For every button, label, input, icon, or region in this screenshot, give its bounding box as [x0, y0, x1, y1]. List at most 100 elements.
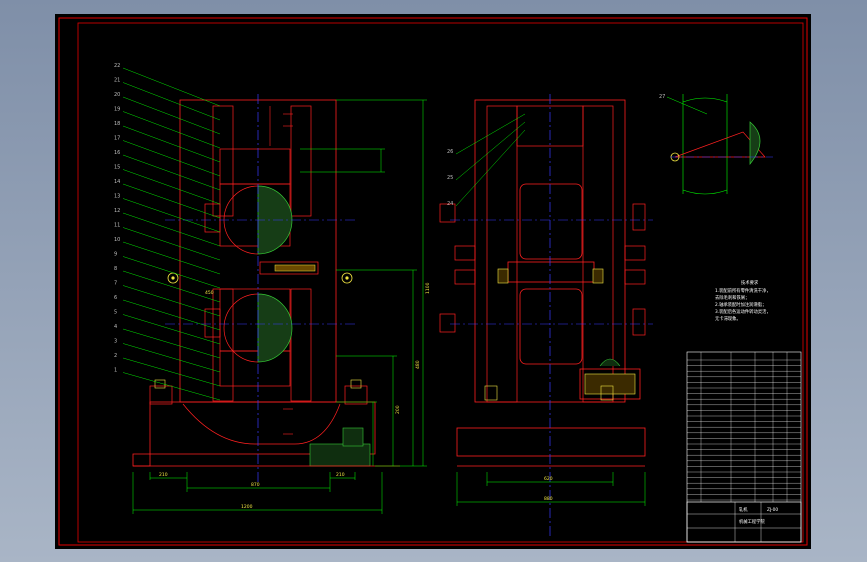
part-number-18: 18: [114, 121, 120, 127]
side-right-neck-lower: [624, 269, 646, 285]
front-left-post-low: [212, 288, 234, 402]
base-foundation-hatch: [309, 443, 371, 467]
part-leader-2: [122, 357, 221, 387]
front-view: 1100 480 200 1200 870 210 210 450: [132, 94, 431, 514]
guide-insert: [274, 264, 316, 272]
part-number-9: 9: [114, 252, 117, 258]
part-number-4: 4: [114, 324, 117, 330]
detail-part-number: 27: [659, 94, 665, 100]
base-arch: [182, 403, 341, 445]
dim-roll-height: 480: [415, 360, 421, 369]
part-number-10: 10: [114, 237, 120, 243]
side-lower-roll: [519, 288, 583, 365]
side-right-neck-upper: [624, 245, 646, 261]
detail-top-break: [682, 97, 728, 103]
side-left-neck-lower: [454, 269, 476, 285]
parts-list-frame: [686, 351, 802, 543]
side-view: 620 880: [439, 94, 653, 539]
part-leader-10: [122, 241, 221, 275]
right-anchor-block: [344, 385, 368, 405]
dim-right-pad: 210: [336, 472, 345, 478]
front-right-post-low: [290, 288, 312, 402]
drawing-svg: 1100 480 200 1200 870 210 210 450 222120…: [58, 17, 808, 546]
part-number-3: 3: [114, 339, 117, 345]
tech-req-line-2: 去除毛刺和铁屑；: [715, 294, 749, 301]
side-left-coupling: [497, 268, 509, 284]
dim-base-width: 870: [251, 482, 260, 488]
part-number-16: 16: [114, 150, 120, 156]
side-dim-overall: 880: [544, 496, 553, 502]
sheet-border-inner: [77, 22, 804, 543]
title-drawing-code: ZJ-00: [767, 507, 778, 513]
part-leader-25: [455, 121, 526, 181]
dim-overall-width: 1200: [241, 504, 253, 510]
part-leader-11: [122, 227, 221, 261]
part-leader-12: [122, 212, 221, 247]
part-leader-8: [122, 270, 221, 303]
lower-roll-outline: [223, 293, 259, 363]
tech-req-title: 技术要求: [741, 279, 759, 286]
parts-list: [686, 351, 802, 543]
part-leader-16: [122, 154, 221, 191]
part-leader-20: [122, 96, 221, 135]
side-bearing-insert: [584, 373, 636, 395]
drawing-canvas[interactable]: 1100 480 200 1200 870 210 210 450 22 21 20…: [55, 14, 811, 549]
part-number-1: 1: [114, 368, 117, 374]
front-left-post: [212, 105, 234, 217]
front-right-post: [290, 105, 312, 217]
part-leader-3: [122, 343, 221, 373]
part-number-21: 21: [114, 78, 120, 84]
part-leader-13: [122, 198, 221, 233]
part-number-26: 26: [447, 149, 453, 155]
left-pivot-center: [171, 276, 175, 280]
part-number-2: 2: [114, 353, 117, 359]
left-flange-lower: [204, 308, 221, 338]
part-leader-17: [122, 140, 221, 177]
part-leader-9: [122, 256, 221, 289]
dim-bore-offset: 450: [205, 290, 214, 296]
detail-view: 27: [659, 94, 773, 195]
part-number-7: 7: [114, 281, 117, 287]
front-part-leaders: 22212019181716151413121110987654321: [114, 63, 221, 401]
technical-requirements: 技术要求 1.装配前所有零件清洗干净， 去除毛刺和铁屑； 2.轴承装配时加注润滑…: [715, 279, 771, 322]
part-number-8: 8: [114, 266, 117, 272]
part-number-24: 24: [447, 201, 453, 207]
upper-chock: [219, 148, 291, 185]
title-drawing-name: 轧机: [739, 506, 748, 513]
side-left-flange-lower: [439, 313, 456, 333]
tech-req-line-5: 无卡滞现象。: [715, 315, 741, 322]
left-anchor-block: [149, 385, 173, 405]
part-number-13: 13: [114, 194, 120, 200]
part-leader-14: [122, 183, 221, 219]
part-number-19: 19: [114, 107, 120, 113]
side-part-leaders: 26 25 24: [447, 113, 526, 207]
part-number-20: 20: [114, 92, 120, 98]
part-leader-21: [122, 82, 221, 121]
part-leader-24: [455, 129, 526, 207]
title-block: 轧机 ZJ-00 机械工程学院: [686, 501, 802, 543]
part-leader-5: [122, 314, 221, 345]
side-base: [456, 427, 646, 457]
side-upper-roll: [519, 183, 583, 260]
tech-req-line-4: 3.装配后各运动件转动灵活，: [715, 308, 771, 315]
part-number-22: 22: [114, 63, 120, 69]
side-right-flange-upper: [632, 203, 646, 231]
part-number-6: 6: [114, 295, 117, 301]
part-number-15: 15: [114, 165, 120, 171]
part-leader-22: [122, 67, 221, 107]
detail-hatched-seat: [749, 121, 761, 165]
dim-left-pad: 210: [159, 472, 168, 478]
side-bearing-hatch: [599, 358, 621, 367]
part-number-5: 5: [114, 310, 117, 316]
part-number-25: 25: [447, 175, 453, 181]
dim-base-height: 200: [395, 405, 401, 414]
part-leader-15: [122, 169, 221, 205]
detail-leader: [666, 96, 708, 115]
dim-overall-height: 1100: [425, 282, 431, 294]
right-anchor-nut: [350, 379, 362, 389]
base-key-hatch: [342, 427, 364, 447]
part-leader-26: [455, 113, 526, 155]
part-number-14: 14: [114, 179, 120, 185]
part-leader-18: [122, 125, 221, 163]
right-pivot-center: [345, 276, 349, 280]
